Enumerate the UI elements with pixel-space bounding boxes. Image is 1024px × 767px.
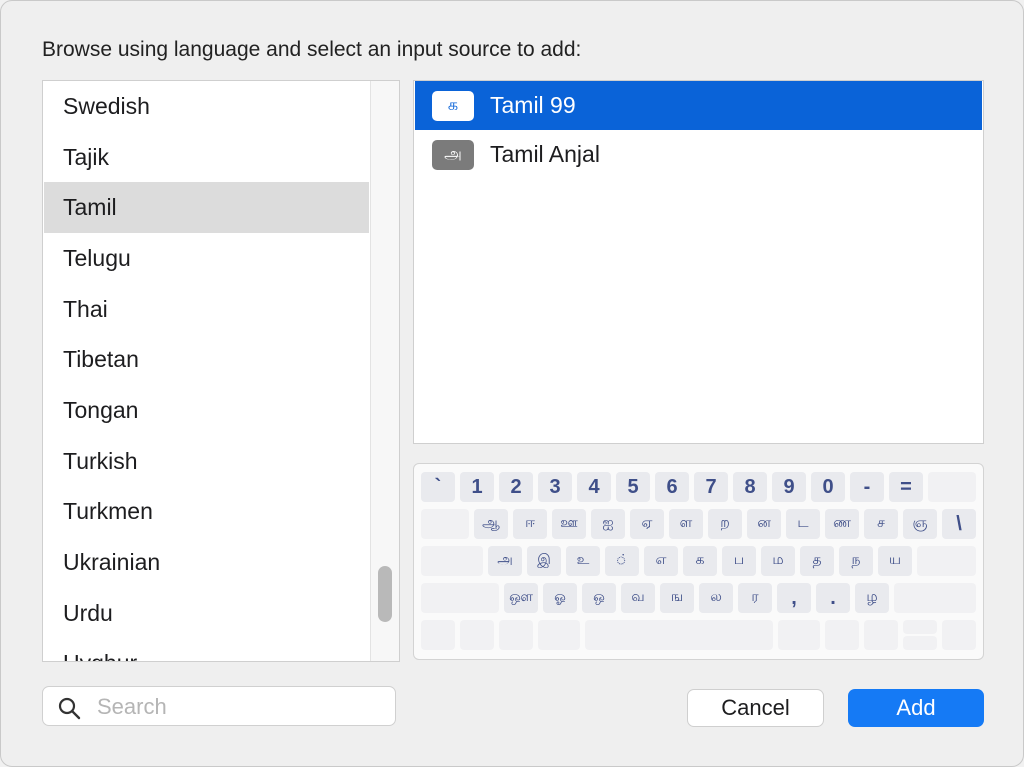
keyboard-key-control (460, 620, 494, 650)
keyboard-key: ` (421, 472, 455, 502)
keyboard-key: - (850, 472, 884, 502)
search-field[interactable] (42, 686, 396, 726)
input-source-label: Tamil 99 (490, 92, 576, 118)
language-item-swedish[interactable]: Swedish (44, 81, 369, 132)
keyboard-key: த (800, 546, 834, 576)
keyboard-key: ஊ (552, 509, 586, 539)
keyboard-key: ட (786, 509, 820, 539)
keyboard-key: = (889, 472, 923, 502)
keyboard-key: எ (644, 546, 678, 576)
keyboard-layout-preview: ` 1 2 3 4 5 6 7 8 9 0 - = ஆ ஈ ஊ ஐ ஏ ள ற … (413, 463, 984, 660)
keyboard-key-space (585, 620, 773, 650)
keyboard-key-command-right (778, 620, 820, 650)
language-item-tajik[interactable]: Tajik (44, 132, 369, 183)
language-item-uyghur[interactable]: Uyghur (44, 638, 369, 661)
keyboard-key: 6 (655, 472, 689, 502)
keyboard-key-option-right (825, 620, 859, 650)
language-list-scrollbar[interactable] (370, 81, 399, 661)
language-item-thai[interactable]: Thai (44, 284, 369, 335)
keyboard-key: ் (605, 546, 639, 576)
keyboard-key: 1 (460, 472, 494, 502)
keyboard-key: ற (708, 509, 742, 539)
language-item-tongan[interactable]: Tongan (44, 385, 369, 436)
keyboard-key-option-left (499, 620, 533, 650)
input-source-list[interactable]: க Tamil 99 அ Tamil Anjal (413, 80, 984, 444)
keyboard-key: 2 (499, 472, 533, 502)
keyboard-key: ர (738, 583, 772, 613)
keyboard-key: ழ (855, 583, 889, 613)
tamil-ka-icon: க (432, 90, 474, 121)
keyboard-key: ல (699, 583, 733, 613)
keyboard-key: 5 (616, 472, 650, 502)
cancel-button[interactable]: Cancel (687, 689, 824, 727)
keyboard-key-shift-left (421, 583, 499, 613)
keyboard-key-fn (421, 620, 455, 650)
keyboard-key: ங (660, 583, 694, 613)
keyboard-key-arrow-down (903, 636, 937, 650)
language-item-telugu[interactable]: Telugu (44, 233, 369, 284)
keyboard-key-caps (421, 546, 483, 576)
keyboard-key: 4 (577, 472, 611, 502)
keyboard-key: . (816, 583, 850, 613)
keyboard-key: க (683, 546, 717, 576)
keyboard-key: ஓ (543, 583, 577, 613)
keyboard-key-shift-right (894, 583, 976, 613)
keyboard-key: வ (621, 583, 655, 613)
input-source-tamil-anjal[interactable]: அ Tamil Anjal (415, 130, 982, 179)
keyboard-key: 0 (811, 472, 845, 502)
keyboard-key-tab (421, 509, 469, 539)
keyboard-key-command-left (538, 620, 580, 650)
keyboard-key: அ (488, 546, 522, 576)
add-button[interactable]: Add (848, 689, 984, 727)
input-source-label: Tamil Anjal (490, 141, 600, 167)
keyboard-key: ச (864, 509, 898, 539)
search-input[interactable] (95, 690, 389, 724)
keyboard-key-return (917, 546, 976, 576)
search-icon (58, 697, 81, 720)
keyboard-key: ய (878, 546, 912, 576)
keyboard-key: ப (722, 546, 756, 576)
scrollbar-thumb[interactable] (378, 566, 392, 622)
keyboard-key: இ (527, 546, 561, 576)
keyboard-key: ஔ (504, 583, 538, 613)
dialog-prompt: Browse using language and select an inpu… (42, 38, 582, 61)
keyboard-key: 9 (772, 472, 806, 502)
language-item-urdu[interactable]: Urdu (44, 588, 369, 639)
keyboard-key: உ (566, 546, 600, 576)
language-item-ukrainian[interactable]: Ukrainian (44, 537, 369, 588)
keyboard-key-arrow-right (942, 620, 976, 650)
language-item-turkish[interactable]: Turkish (44, 436, 369, 487)
keyboard-key: 3 (538, 472, 572, 502)
keyboard-key: ம (761, 546, 795, 576)
keyboard-key: 7 (694, 472, 728, 502)
language-item-tibetan[interactable]: Tibetan (44, 334, 369, 385)
keyboard-key-arrow-left (864, 620, 898, 650)
keyboard-key: ஈ (513, 509, 547, 539)
add-input-source-dialog: Browse using language and select an inpu… (0, 0, 1024, 767)
keyboard-key: 8 (733, 472, 767, 502)
keyboard-key-delete (928, 472, 976, 502)
keyboard-key: , (777, 583, 811, 613)
keyboard-key-arrow-up (903, 620, 937, 634)
keyboard-key: \ (942, 509, 976, 539)
tamil-a-icon: அ (432, 139, 474, 170)
keyboard-key: ள (669, 509, 703, 539)
language-list[interactable]: Swedish Tajik Tamil Telugu Thai Tibetan … (42, 80, 400, 662)
input-source-tamil-99[interactable]: க Tamil 99 (415, 81, 982, 130)
language-item-turkmen[interactable]: Turkmen (44, 486, 369, 537)
language-item-tamil[interactable]: Tamil (44, 182, 369, 233)
keyboard-key: ஏ (630, 509, 664, 539)
keyboard-key: ந (839, 546, 873, 576)
keyboard-key: ஆ (474, 509, 508, 539)
keyboard-key: ஐ (591, 509, 625, 539)
keyboard-key: ன (747, 509, 781, 539)
keyboard-key: ஒ (582, 583, 616, 613)
keyboard-key: ஞ (903, 509, 937, 539)
keyboard-key: ண (825, 509, 859, 539)
